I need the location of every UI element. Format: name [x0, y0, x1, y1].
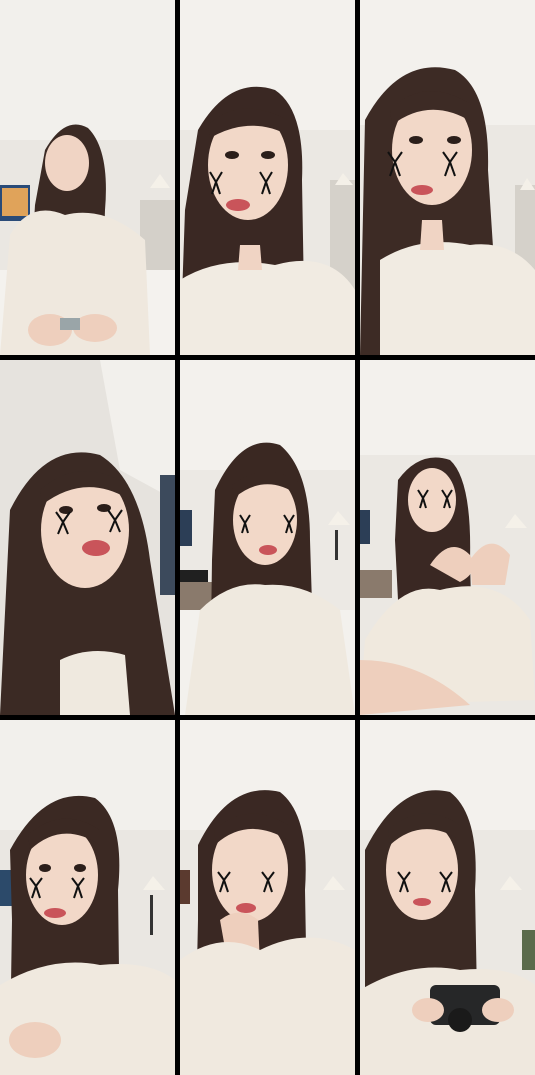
- photo-tile-6: [360, 360, 535, 715]
- photo-grid: [0, 0, 535, 1075]
- photo-tile-3: [360, 0, 535, 355]
- photo-tile-4: [0, 360, 175, 715]
- photo-tile-5: [180, 360, 355, 715]
- photo-tile-8: [180, 720, 355, 1075]
- photo-tile-2: [180, 0, 355, 355]
- photo-tile-7: [0, 720, 175, 1075]
- photo-tile-1: [0, 0, 175, 355]
- photo-tile-9: [360, 720, 535, 1075]
